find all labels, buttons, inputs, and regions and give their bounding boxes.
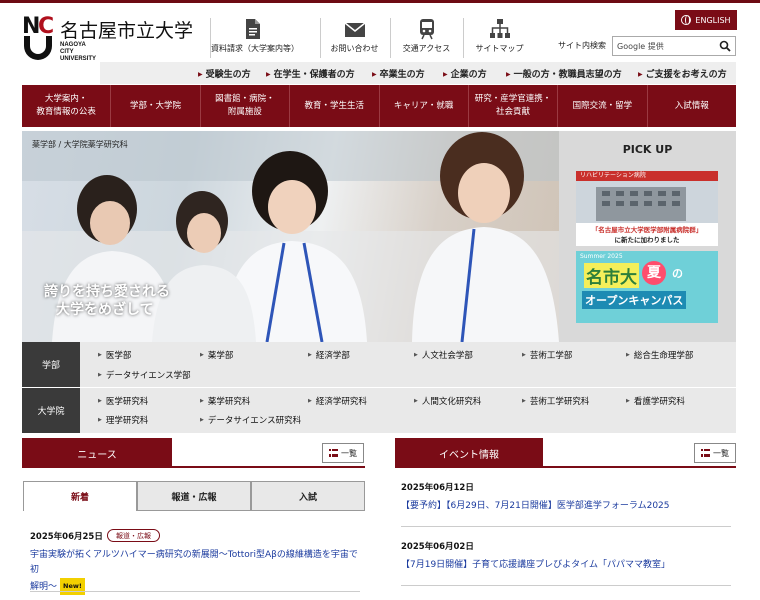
pickup-card2-line1: 名市大	[584, 263, 639, 288]
pickup-card-hospital[interactable]: リハビリテーション病院 「名古屋市立大学医学部附属病院群」 に新たに加わりました	[576, 171, 718, 246]
graduate-link[interactable]: 看護学研究科	[626, 395, 685, 407]
hero-tagline: 誇りを持ち愛される 大学をめざして	[44, 284, 170, 318]
site-search: Google 提供	[612, 36, 736, 56]
graduate-link[interactable]: データサイエンス研究科	[200, 414, 301, 426]
faculty-link[interactable]: 医学部	[98, 349, 132, 361]
audience-students-parents[interactable]: 在学生・保護者の方	[266, 67, 355, 80]
tab-latest[interactable]: 新着	[23, 481, 137, 511]
ncu-mark: NC	[22, 14, 56, 60]
new-badge: New!	[60, 578, 85, 595]
pickup-card2-line4: オープンキャンパス	[582, 291, 687, 309]
graduate-heading: 大学院	[22, 388, 80, 433]
pickup-card2-line3: の	[672, 267, 683, 280]
pickup-card-line1: 「名古屋市立大学医学部附属病院群」	[591, 226, 703, 234]
event-divider	[401, 526, 731, 527]
nav-education[interactable]: 教育・学生生活	[289, 85, 378, 127]
news-item-link[interactable]: 宇宙実験が拓くアルツハイマー病研究の新展開〜Tottori型Aβの線維構造を宇宙…	[30, 548, 365, 595]
pickup-title: PICK UP	[622, 143, 673, 156]
utility-contact[interactable]: お問い合わせ	[320, 18, 388, 58]
tab-baseline	[137, 510, 365, 511]
news-category-badge: 報道・広報	[107, 529, 160, 542]
hospital-building-image	[576, 181, 718, 223]
faculty-link[interactable]: 経済学部	[308, 349, 350, 361]
graduate-link[interactable]: 薬学研究科	[200, 395, 251, 407]
nav-career[interactable]: キャリア・就職	[378, 85, 468, 127]
event-date: 2025年06月12日	[401, 483, 474, 493]
main-nav: 大学案内・ 教育情報の公表 学部・大学院 図書館・病院・ 附属施設 教育・学生生活 …	[22, 85, 736, 127]
english-button[interactable]: ENGLISH	[675, 10, 737, 30]
list-icon	[329, 449, 338, 457]
utility-label: サイトマップ	[475, 44, 524, 53]
hero-image[interactable]: 薬学部 / 大学院薬学研究科 誇りを持ち愛される 大学をめざして	[22, 131, 559, 342]
logo-name-ja: 名古屋市立大学	[60, 20, 194, 42]
document-icon	[246, 19, 260, 39]
audience-supporters[interactable]: ご支援をお考えの方	[638, 67, 727, 80]
events-underline	[395, 466, 736, 468]
google-brand: Google 提供	[617, 42, 664, 51]
pickup-card-line2: に新たに加わりました	[614, 236, 680, 244]
pickup-panel: PICK UP リハビリテーション病院 「名古屋市立大学医学部附属病院群」 に新…	[559, 131, 736, 342]
graduate-row: 大学院 医学研究科 薬学研究科 経済学研究科 人間文化研究科 芸術工学研究科 看…	[22, 388, 736, 433]
faculty-link[interactable]: 人文社会学部	[414, 349, 473, 361]
university-logo[interactable]: NC 名古屋市立大学 NAGOYA CITY UNIVERSITY	[22, 14, 202, 66]
nav-admissions[interactable]: 入試情報	[646, 85, 736, 127]
news-date: 2025年06月25日	[30, 532, 103, 542]
event-item-link[interactable]: 【要予約】【6月29日、7月21日開催】医学部進学フォーラム2025	[401, 499, 731, 514]
nav-research[interactable]: 研究・産学官連携・ 社会貢献	[467, 85, 557, 127]
english-label: ENGLISH	[695, 15, 731, 25]
utility-label: お問い合わせ	[330, 44, 379, 53]
graduate-link[interactable]: 理学研究科	[98, 414, 149, 426]
top-accent-line	[0, 0, 760, 3]
event-item-link[interactable]: 【7月19日開催】子育て応援講座プレびよタイム「パパママ教室」	[401, 558, 731, 573]
utility-sitemap[interactable]: サイトマップ	[463, 18, 535, 58]
utility-access[interactable]: 交通アクセス	[390, 18, 462, 58]
nav-about[interactable]: 大学案内・ 教育情報の公表	[22, 85, 110, 127]
graduate-link[interactable]: 経済学研究科	[308, 395, 367, 407]
audience-prospective[interactable]: 受験生の方	[198, 67, 251, 80]
pickup-card2-small: Summer 2025	[580, 253, 623, 260]
faculty-link[interactable]: 総合生命理学部	[626, 349, 694, 361]
faculties-heading: 学部	[22, 342, 80, 387]
news-divider	[30, 591, 360, 592]
news-list-button[interactable]: 一覧	[322, 443, 364, 463]
news-underline	[22, 466, 365, 468]
graduate-link[interactable]: 芸術工学研究科	[522, 395, 590, 407]
utility-label: 資料請求（大学案内等）	[211, 44, 299, 53]
event-date: 2025年06月02日	[401, 542, 474, 552]
tab-admissions[interactable]: 入試	[251, 481, 365, 511]
utility-label: 交通アクセス	[402, 44, 451, 53]
audience-companies[interactable]: 企業の方	[443, 67, 487, 80]
events-heading: イベント情報	[395, 438, 543, 468]
page: NC 名古屋市立大学 NAGOYA CITY UNIVERSITY 資料請求（大…	[0, 0, 760, 600]
audience-alumni[interactable]: 卒業生の方	[372, 67, 425, 80]
breadcrumb: 薬学部 / 大学院薬学研究科	[32, 140, 128, 149]
graduate-link[interactable]: 人間文化研究科	[414, 395, 482, 407]
nav-faculties[interactable]: 学部・大学院	[110, 85, 199, 127]
utility-materials-request[interactable]: 資料請求（大学案内等）	[210, 18, 299, 58]
search-icon[interactable]	[719, 40, 731, 52]
faculty-link[interactable]: データサイエンス学部	[98, 369, 191, 381]
pickup-card2-line2: 夏	[642, 261, 666, 285]
faculties-row: 学部 医学部 薬学部 経済学部 人文社会学部 芸術工学部 総合生命理学部 データ…	[22, 342, 736, 387]
faculty-link[interactable]: 薬学部	[200, 349, 234, 361]
audience-nav: 受験生の方 在学生・保護者の方 卒業生の方 企業の方 一般の方・教職員志望の方 …	[100, 62, 736, 84]
list-icon	[701, 449, 710, 457]
graduate-link[interactable]: 医学研究科	[98, 395, 149, 407]
audience-general[interactable]: 一般の方・教職員志望の方	[506, 67, 622, 80]
search-label: サイト内検索	[558, 41, 606, 50]
pickup-card-open-campus[interactable]: Summer 2025 名市大 夏 の オープンキャンパス	[576, 251, 718, 323]
train-icon	[419, 19, 434, 40]
tab-press[interactable]: 報道・広報	[137, 481, 251, 511]
news-heading: ニュース	[22, 438, 172, 468]
sitemap-icon	[489, 19, 510, 38]
globe-icon	[681, 15, 692, 25]
event-divider	[401, 585, 731, 586]
mail-icon	[344, 22, 365, 37]
nav-facilities[interactable]: 図書館・病院・ 附属施設	[199, 85, 289, 127]
events-list-button[interactable]: 一覧	[694, 443, 736, 463]
faculty-link[interactable]: 芸術工学部	[522, 349, 573, 361]
nav-international[interactable]: 国際交流・留学	[557, 85, 646, 127]
pickup-card-tag: リハビリテーション病院	[576, 171, 718, 181]
logo-name-en: NAGOYA CITY UNIVERSITY	[60, 42, 97, 62]
